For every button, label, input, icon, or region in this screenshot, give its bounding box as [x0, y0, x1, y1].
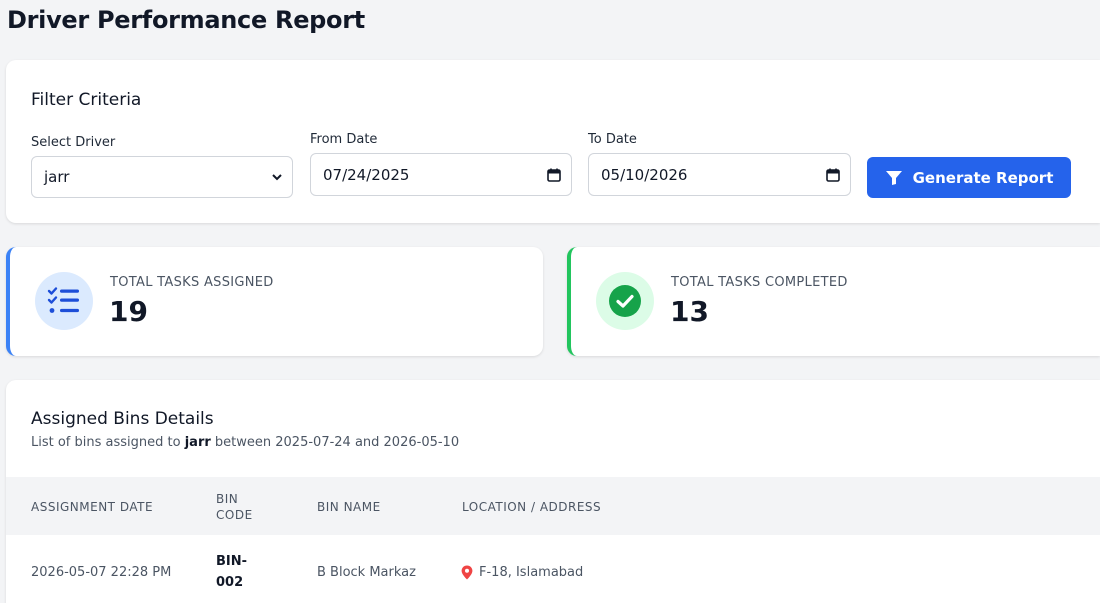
generate-report-button[interactable]: Generate Report: [867, 157, 1071, 198]
col-bin-code: BIN CODE: [216, 491, 253, 523]
filter-title: Filter Criteria: [31, 90, 142, 110]
map-pin-icon: [461, 565, 473, 580]
col-assignment-date: ASSIGNMENT DATE: [31, 500, 154, 514]
check-circle-icon: [596, 272, 654, 330]
col-bin-code-line2: CODE: [216, 508, 253, 522]
total-completed-card: TOTAL TASKS COMPLETED 13: [567, 247, 1100, 356]
table-header: ASSIGNMENT DATE BIN CODE BIN NAME LOCATI…: [6, 477, 1100, 535]
select-chevron-icon: [272, 174, 282, 181]
generate-report-label: Generate Report: [912, 168, 1054, 187]
completed-value: 13: [670, 295, 709, 328]
from-date-input[interactable]: 07/24/2025: [310, 153, 572, 196]
row-bin-code-line1: BIN-: [216, 554, 248, 569]
row-bin-name: B Block Markaz: [317, 565, 416, 580]
row-bin-code: BIN- 002: [216, 551, 247, 593]
row-location-text: F-18, Islamabad: [479, 565, 584, 580]
details-subtitle: List of bins assigned to jarr between 20…: [31, 435, 459, 450]
driver-label: Select Driver: [31, 135, 116, 150]
total-assigned-card: TOTAL TASKS ASSIGNED 19: [6, 247, 543, 356]
page-title: Driver Performance Report: [7, 6, 365, 34]
assigned-bins-card: Assigned Bins Details List of bins assig…: [6, 380, 1100, 603]
from-date-label: From Date: [310, 132, 378, 147]
calendar-icon[interactable]: [546, 167, 562, 183]
driver-select[interactable]: jarr: [31, 156, 293, 198]
row-date: 2026-05-07 22:28 PM: [31, 565, 172, 580]
col-bin-name: BIN NAME: [317, 500, 381, 514]
driver-select-value: jarr: [44, 168, 70, 186]
from-date-value: 07/24/2025: [323, 165, 410, 184]
to-date-value: 05/10/2026: [601, 165, 688, 184]
col-bin-code-line1: BIN: [216, 492, 239, 506]
calendar-icon[interactable]: [825, 167, 841, 183]
to-date-input[interactable]: 05/10/2026: [588, 153, 851, 196]
filter-icon: [885, 170, 902, 185]
filter-card: Filter Criteria Select Driver jarr From …: [6, 60, 1100, 223]
subtitle-range: between 2025-07-24 and 2026-05-10: [214, 435, 460, 450]
details-title: Assigned Bins Details: [31, 409, 214, 429]
completed-label: TOTAL TASKS COMPLETED: [671, 275, 848, 290]
subtitle-prefix: List of bins assigned to: [31, 435, 181, 450]
subtitle-driver: jarr: [184, 435, 211, 450]
to-date-label: To Date: [588, 132, 637, 147]
row-bin-code-line2: 002: [216, 575, 244, 590]
col-location: LOCATION / ADDRESS: [462, 500, 602, 514]
assigned-value: 19: [109, 295, 148, 328]
row-location: F-18, Islamabad: [461, 562, 583, 583]
task-list-icon: [35, 272, 93, 330]
assigned-label: TOTAL TASKS ASSIGNED: [110, 275, 274, 290]
